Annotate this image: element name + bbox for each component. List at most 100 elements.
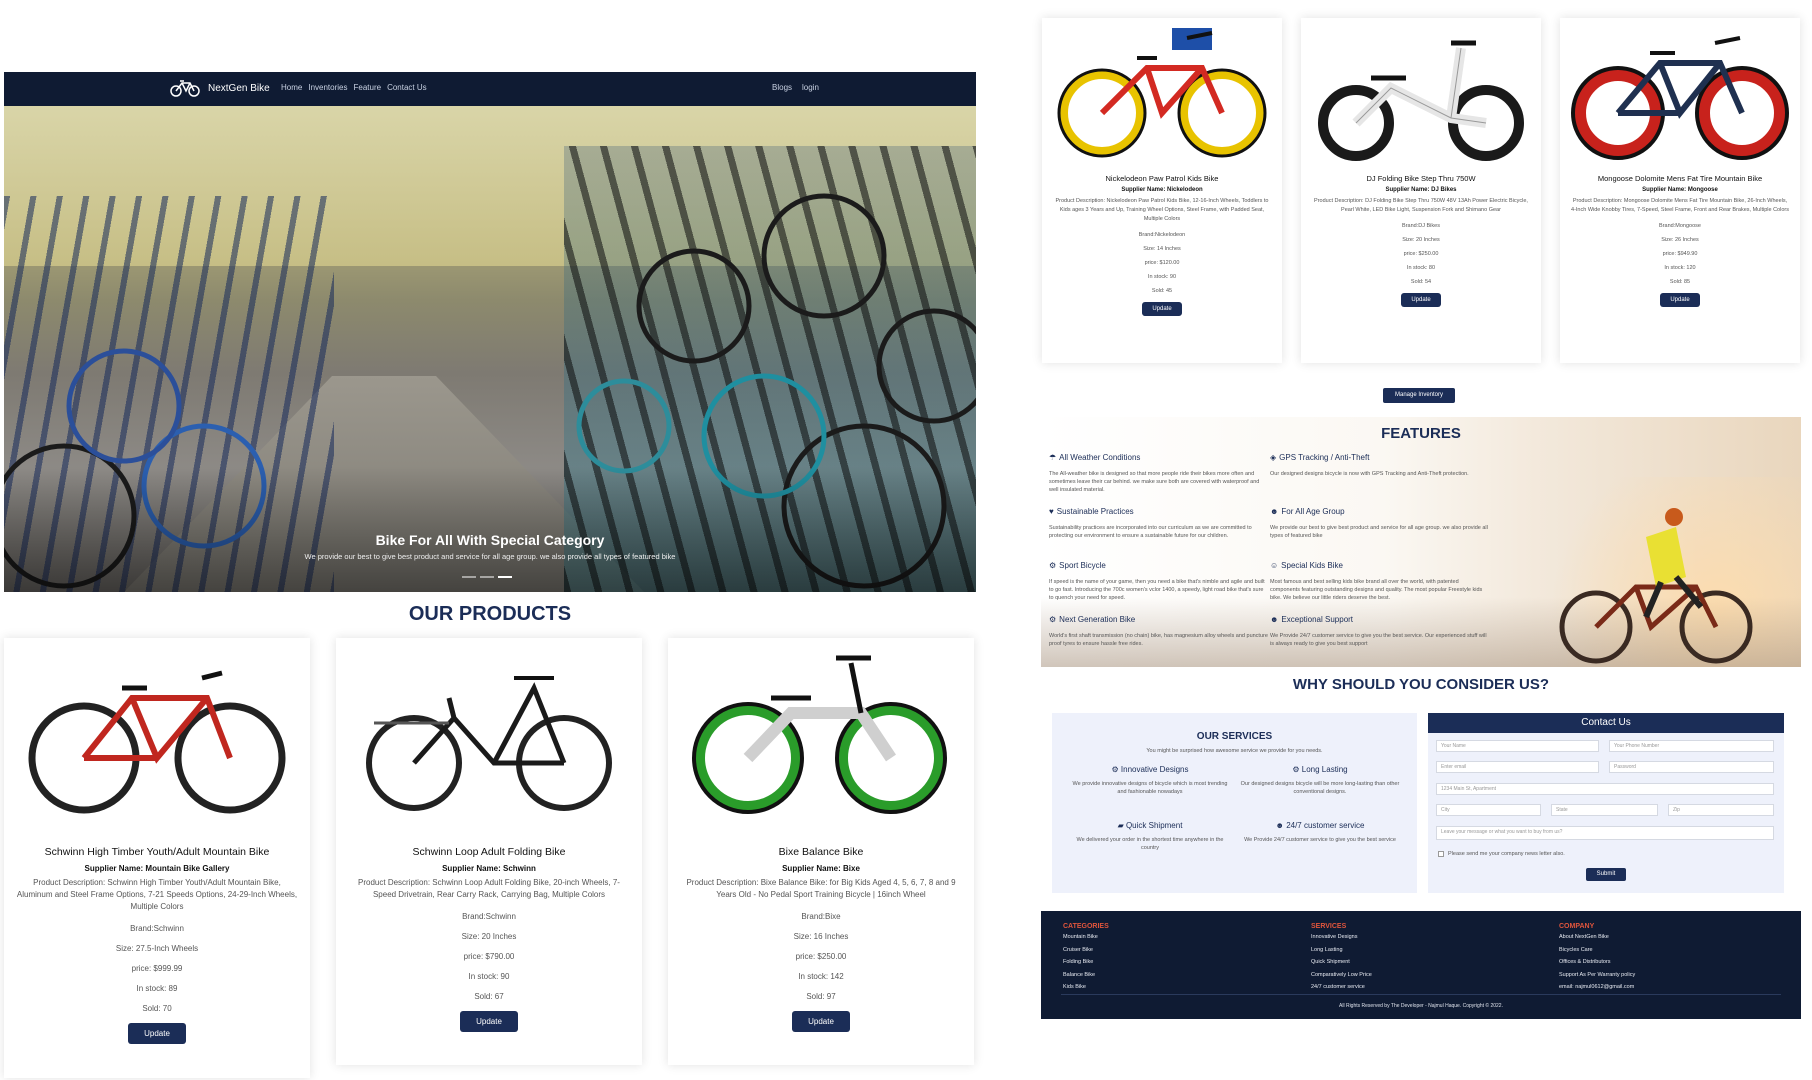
product-name: Schwinn High Timber Youth/Adult Mountain… <box>44 846 270 858</box>
copyright-text: All Rights Reserved by The Developer - N… <box>1339 1003 1503 1009</box>
product-card: Schwinn High Timber Youth/Adult Mountain… <box>4 638 310 1078</box>
umbrella-icon: ☂ <box>1049 453 1057 462</box>
password-field[interactable]: Password <box>1609 761 1774 773</box>
bike-image <box>366 676 612 811</box>
email-field[interactable]: Enter email <box>1436 761 1599 773</box>
message-field[interactable]: Leave your message or what you want to b… <box>1436 826 1774 840</box>
product-supplier: Supplier Name: DJ Bikes <box>1385 187 1457 193</box>
service-text: We Provide 24/7 customer service to give… <box>1244 837 1396 843</box>
product-brand: Brand:Bixe <box>801 912 841 921</box>
footer-heading: COMPANY <box>1559 923 1595 930</box>
brand[interactable]: NextGen Bike <box>170 79 270 97</box>
product-name: DJ Folding Bike Step Thru 750W <box>1366 174 1476 183</box>
service-title: Quick Shipment <box>1125 821 1183 830</box>
feature-text: We provide our best to give best product… <box>1270 525 1488 539</box>
product-stock: In stock: 90 <box>468 972 510 981</box>
product-size: Size: 14 Inches <box>1143 246 1181 252</box>
product-name: Nickelodeon Paw Patrol Kids Bike <box>1105 174 1219 183</box>
footer-heading: SERVICES <box>1311 923 1347 930</box>
service-title: Innovative Designs <box>1120 765 1189 774</box>
update-button[interactable]: Update <box>460 1011 518 1032</box>
footer-column-company: COMPANY About NextGen Bike Bicycles Care… <box>1559 923 1635 993</box>
contact-title: Contact Us <box>1428 713 1784 733</box>
why-consider-title: WHY SHOULD YOU CONSIDER US? <box>1292 676 1550 693</box>
carousel-indicator[interactable] <box>480 576 494 578</box>
state-field[interactable]: State <box>1551 804 1658 816</box>
carousel-indicator-active[interactable] <box>498 576 512 578</box>
nav-blogs[interactable]: Blogs <box>772 83 792 92</box>
truck-icon: ▰ <box>1117 821 1126 830</box>
footer-link[interactable]: Offices & Distributors <box>1559 958 1635 968</box>
product-supplier: Supplier Name: Nickelodeon <box>1121 187 1203 193</box>
submit-button[interactable]: Submit <box>1586 868 1626 881</box>
nav-contact-us[interactable]: Contact Us <box>387 83 427 92</box>
footer-link[interactable]: Balance Bike <box>1063 971 1109 981</box>
footer-link[interactable]: Comparatively Low Price <box>1311 971 1372 981</box>
footer-link[interactable]: Cruiser Bike <box>1063 946 1109 956</box>
footer-link[interactable]: 24/7 customer service <box>1311 983 1372 993</box>
update-button[interactable]: Update <box>1142 302 1182 316</box>
service-text: Our designed designs bicycle will be mor… <box>1240 781 1400 795</box>
manage-inventory-button[interactable]: Manage Inventory <box>1383 388 1455 403</box>
hero-subtitle: We provide our best to give best product… <box>304 552 676 561</box>
footer-link[interactable]: Long Lasting <box>1311 946 1372 956</box>
product-description: Product Description: Schwinn High Timber… <box>16 878 298 911</box>
mountain-biker-image <box>1559 508 1753 664</box>
product-card: DJ Folding Bike Step Thru 750W Supplier … <box>1301 18 1541 363</box>
update-button[interactable]: Update <box>792 1011 850 1032</box>
feature-text: Sustainability practices are incorporate… <box>1049 525 1252 539</box>
footer-link[interactable]: Support As Per Warranty policy <box>1559 971 1635 981</box>
footer-link[interactable]: Bicycles Care <box>1559 946 1635 956</box>
feature-title: Sustainable Practices <box>1056 507 1134 516</box>
update-button[interactable]: Update <box>1660 293 1700 307</box>
product-description: Product Description: Nickelodeon Paw Pat… <box>1055 198 1269 222</box>
footer-link[interactable]: Folding Bike <box>1063 958 1109 968</box>
footer-link[interactable]: email: najmul0612@gmail.com <box>1559 983 1635 993</box>
service-title: Long Lasting <box>1301 765 1348 774</box>
feature-item: ☂ All Weather Conditions The All-weather … <box>1049 453 1269 494</box>
product-price: price: $250.00 <box>1403 251 1439 257</box>
footer-link[interactable]: About NextGen Bike <box>1559 933 1635 943</box>
feature-text: The All-weather bike is designed so that… <box>1049 471 1260 493</box>
footer-link[interactable]: Innovative Designs <box>1311 933 1372 943</box>
feature-title: Next Generation Bike <box>1059 615 1136 624</box>
update-button[interactable]: Update <box>1401 293 1441 307</box>
nav-feature[interactable]: Feature <box>353 83 381 92</box>
product-supplier: Supplier Name: Mountain Bike Gallery <box>84 864 230 873</box>
name-field[interactable]: Your Name <box>1436 740 1599 752</box>
feature-title: Special Kids Bike <box>1281 561 1343 570</box>
newsletter-checkbox-row[interactable]: Please send me your company news letter … <box>1438 851 1565 857</box>
hero-carousel[interactable]: Bike For All With Special Category We pr… <box>4 106 976 592</box>
products-title: OUR PRODUCTS <box>408 603 572 625</box>
product-sold: Sold: 97 <box>806 992 836 1001</box>
nav-login[interactable]: login <box>802 83 819 92</box>
phone-field[interactable]: Your Phone Number <box>1609 740 1774 752</box>
gears-icon: ⚙ <box>1292 765 1302 774</box>
nav-inventories[interactable]: Inventories <box>308 83 347 92</box>
users-icon: ☻ <box>1275 821 1287 830</box>
feature-title: Exceptional Support <box>1281 615 1354 624</box>
address-field[interactable]: 1234 Main St, Apartment <box>1436 783 1774 795</box>
product-card: Nickelodeon Paw Patrol Kids Bike Supplie… <box>1042 18 1282 363</box>
services-panel: OUR SERVICES You might be surprised how … <box>1052 713 1417 893</box>
footer-link[interactable]: Kids Bike <box>1063 983 1109 993</box>
city-field[interactable]: City <box>1436 804 1541 816</box>
footer-link[interactable]: Mountain Bike <box>1063 933 1109 943</box>
product-price: price: $250.00 <box>795 952 847 961</box>
update-button[interactable]: Update <box>128 1023 186 1044</box>
nav-home[interactable]: Home <box>281 83 302 92</box>
product-sold: Sold: 67 <box>474 992 504 1001</box>
feature-title: Sport Bicycle <box>1059 561 1106 570</box>
footer-link[interactable]: Quick Shipment <box>1311 958 1372 968</box>
product-card: Schwinn Loop Adult Folding Bike Supplier… <box>336 638 642 1065</box>
newsletter-checkbox[interactable] <box>1438 851 1444 857</box>
product-name: Mongoose Dolomite Mens Fat Tire Mountain… <box>1597 174 1763 183</box>
carousel-indicator[interactable] <box>462 576 476 578</box>
product-sold: Sold: 70 <box>142 1004 172 1013</box>
zip-field[interactable]: Zip <box>1668 804 1774 816</box>
product-size: Size: 27.5-Inch Wheels <box>115 944 199 953</box>
bike-image <box>1057 28 1267 158</box>
product-size: Size: 20 Inches <box>1402 237 1440 243</box>
nav-right-links: Blogs login <box>772 83 819 92</box>
feature-item: ⚙ Next Generation Bike World's first shaf… <box>1049 615 1269 648</box>
